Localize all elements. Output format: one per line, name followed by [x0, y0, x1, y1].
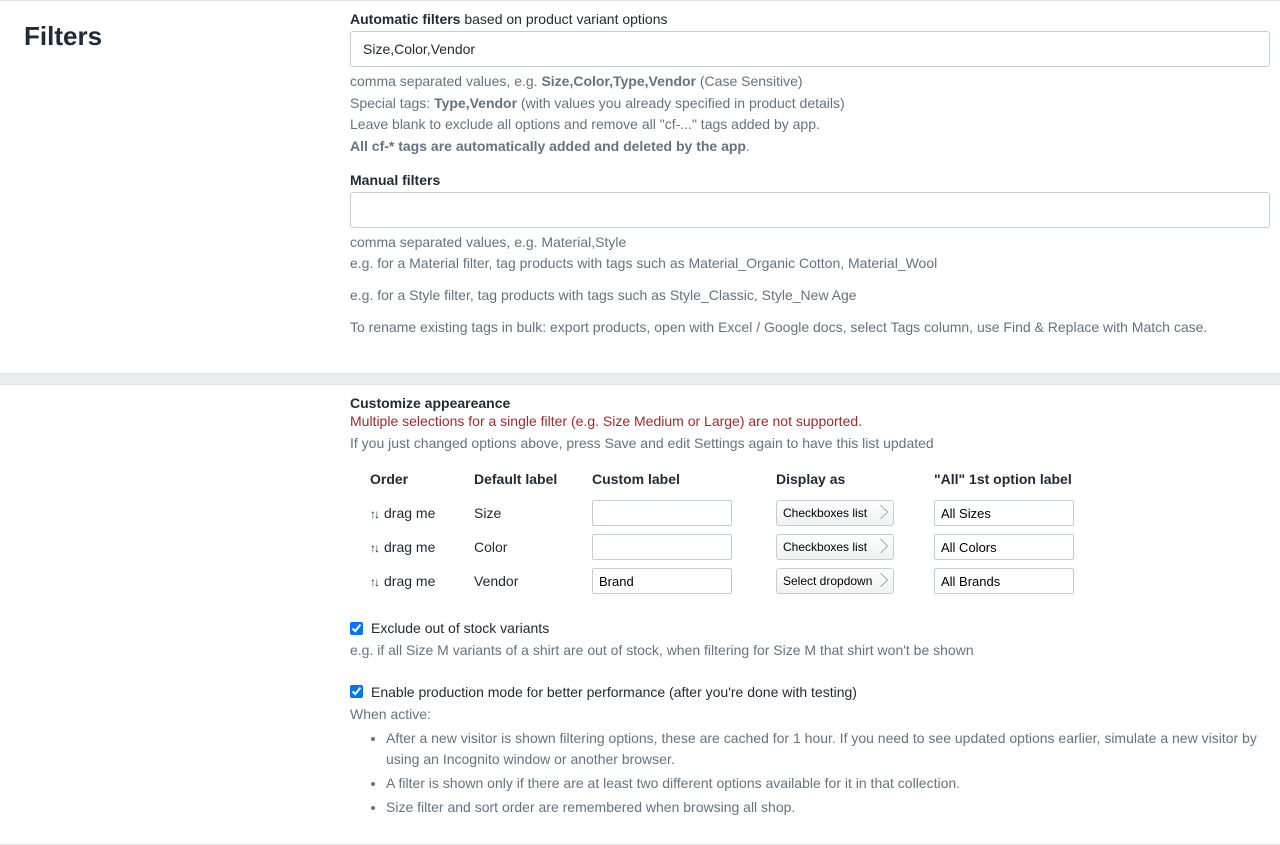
- production-checkbox[interactable]: [350, 685, 363, 698]
- table-row: ↑↓ drag me Color Checkboxes listSelect drop…: [370, 530, 1280, 564]
- automatic-filters-group: Automatic filters based on product varia…: [350, 11, 1280, 158]
- drag-label: drag me: [384, 505, 435, 521]
- custom-label-input[interactable]: [592, 500, 732, 526]
- col-display-header: Display as: [776, 471, 934, 487]
- exclude-oos-label[interactable]: Exclude out of stock variants: [371, 620, 549, 636]
- automatic-filters-input[interactable]: [350, 31, 1270, 67]
- drag-handle[interactable]: ↑↓ drag me: [370, 505, 474, 521]
- manual-filters-group: Manual filters comma separated values, e…: [350, 172, 1280, 339]
- production-bullet: A filter is shown only if there are at l…: [386, 773, 1280, 795]
- production-label[interactable]: Enable production mode for better perfor…: [371, 684, 857, 700]
- automatic-filters-help: comma separated values, e.g. Size,Color,…: [350, 71, 1280, 158]
- default-label-cell: Vendor: [474, 573, 592, 589]
- manual-filters-input[interactable]: [350, 192, 1270, 228]
- sort-icon: ↑↓: [370, 575, 378, 589]
- drag-handle[interactable]: ↑↓ drag me: [370, 573, 474, 589]
- all-option-label-input[interactable]: [934, 568, 1074, 594]
- col-order-header: Order: [370, 471, 474, 487]
- automatic-filters-label: Automatic filters based on product varia…: [350, 11, 1280, 27]
- table-row: ↑↓ drag me Vendor Checkboxes listSelect dro…: [370, 564, 1280, 598]
- production-row: Enable production mode for better perfor…: [350, 684, 1280, 700]
- appearance-sidebar: [0, 385, 350, 845]
- production-bullet: After a new visitor is shown filtering o…: [386, 728, 1280, 771]
- sort-icon: ↑↓: [370, 541, 378, 555]
- default-label-cell: Size: [474, 505, 592, 521]
- production-when-active: When active:: [350, 704, 1280, 726]
- custom-label-input[interactable]: [592, 568, 732, 594]
- appearance-table: Order Default label Custom label Display…: [370, 462, 1280, 598]
- section-sidebar: Filters: [0, 1, 350, 373]
- sort-icon: ↑↓: [370, 507, 378, 521]
- display-as-select[interactable]: Checkboxes listSelect dropdown: [776, 534, 894, 560]
- exclude-oos-checkbox[interactable]: [350, 622, 363, 635]
- col-custom-header: Custom label: [592, 471, 776, 487]
- custom-label-input[interactable]: [592, 534, 732, 560]
- exclude-oos-help: e.g. if all Size M variants of a shirt a…: [350, 640, 1280, 662]
- col-default-header: Default label: [474, 471, 592, 487]
- page-title: Filters: [24, 21, 326, 52]
- production-bullets: After a new visitor is shown filtering o…: [386, 728, 1280, 819]
- drag-handle[interactable]: ↑↓ drag me: [370, 539, 474, 555]
- drag-label: drag me: [384, 573, 435, 589]
- table-row: ↑↓ drag me Size Checkboxes listSelect dropd…: [370, 496, 1280, 530]
- exclude-oos-row: Exclude out of stock variants: [350, 620, 1280, 636]
- drag-label: drag me: [384, 539, 435, 555]
- display-as-select[interactable]: Checkboxes listSelect dropdown: [776, 500, 894, 526]
- default-label-cell: Color: [474, 539, 592, 555]
- all-option-label-input[interactable]: [934, 534, 1074, 560]
- appearance-title: Customize appeareance: [350, 395, 1280, 411]
- appearance-note: If you just changed options above, press…: [350, 433, 1280, 455]
- manual-filters-label: Manual filters: [350, 172, 1280, 188]
- table-header: Order Default label Custom label Display…: [370, 462, 1280, 496]
- production-bullet: Size filter and sort order are remembere…: [386, 797, 1280, 819]
- manual-filters-help: comma separated values, e.g. Material,St…: [350, 232, 1280, 339]
- appearance-warning: Multiple selections for a single filter …: [350, 413, 1280, 429]
- all-option-label-input[interactable]: [934, 500, 1074, 526]
- display-as-select[interactable]: Checkboxes listSelect dropdown: [776, 568, 894, 594]
- col-all-header: "All" 1st option label: [934, 471, 1104, 487]
